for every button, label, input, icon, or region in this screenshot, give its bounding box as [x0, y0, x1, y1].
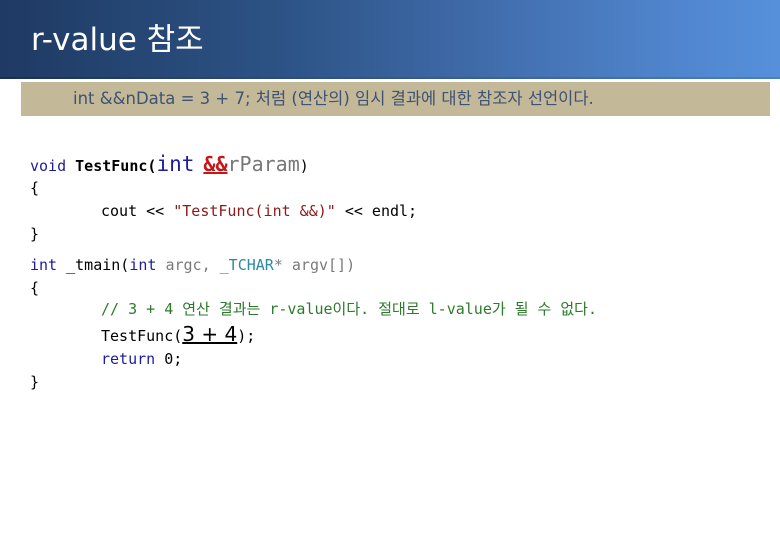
title-bar: r-value 참조 — [0, 0, 780, 77]
call-close: ); — [237, 327, 256, 345]
code-line-cout: cout << "TestFunc(int &&)" << endl; — [30, 199, 417, 223]
return-value: 0; — [155, 350, 183, 368]
cout-rest: << endl; — [335, 202, 418, 220]
slide: r-value 참조 int &&nData = 3 + 7; 처럼 (연산의)… — [0, 0, 780, 540]
type-tchar: _TCHAR — [219, 256, 274, 274]
code-line-comment: // 3 + 4 연산 결과는 r-value이다. 절대로 l-value가 … — [101, 300, 597, 318]
keyword-int: int — [156, 152, 195, 176]
rvalue-ref-operator: && — [203, 152, 228, 176]
title-divider — [0, 77, 780, 79]
code-line-main-sig: int _tmain(int argc, _TCHAR* argv[]) — [30, 253, 355, 277]
code-line-open-brace-1: { — [30, 179, 40, 197]
code-line-call: TestFunc(3 + 4); — [30, 322, 255, 348]
code-line-return: return 0; — [30, 347, 182, 371]
keyword-int-arg: int — [129, 256, 157, 274]
slide-title: r-value 참조 — [31, 22, 204, 58]
code-line-close-brace-1: } — [30, 225, 40, 243]
keyword-int-ret: int — [30, 256, 58, 274]
main-name: _tmain( — [57, 256, 130, 274]
note-text: int &&nData = 3 + 7; 처럼 (연산의) 임시 결과에 대한 … — [73, 89, 594, 108]
argc: argc, — [156, 256, 220, 274]
note-box: int &&nData = 3 + 7; 처럼 (연산의) 임시 결과에 대한 … — [21, 82, 770, 116]
call-argument: 3 + 4 — [182, 322, 238, 346]
func-name: TestFunc( — [75, 157, 157, 175]
code-line-func-def: void TestFunc(int &&rParam) — [30, 152, 309, 178]
keyword-void: void — [30, 157, 67, 175]
string-literal: "TestFunc(int &&)" — [173, 202, 336, 220]
call-name: TestFunc( — [101, 327, 183, 345]
close-paren: ) — [299, 157, 309, 175]
argv: * argv[]) — [273, 256, 356, 274]
code-line-close-brace-2: } — [30, 373, 40, 391]
param-name: rParam — [227, 152, 300, 176]
cout-stream: cout << — [101, 202, 174, 220]
keyword-return: return — [101, 350, 156, 368]
